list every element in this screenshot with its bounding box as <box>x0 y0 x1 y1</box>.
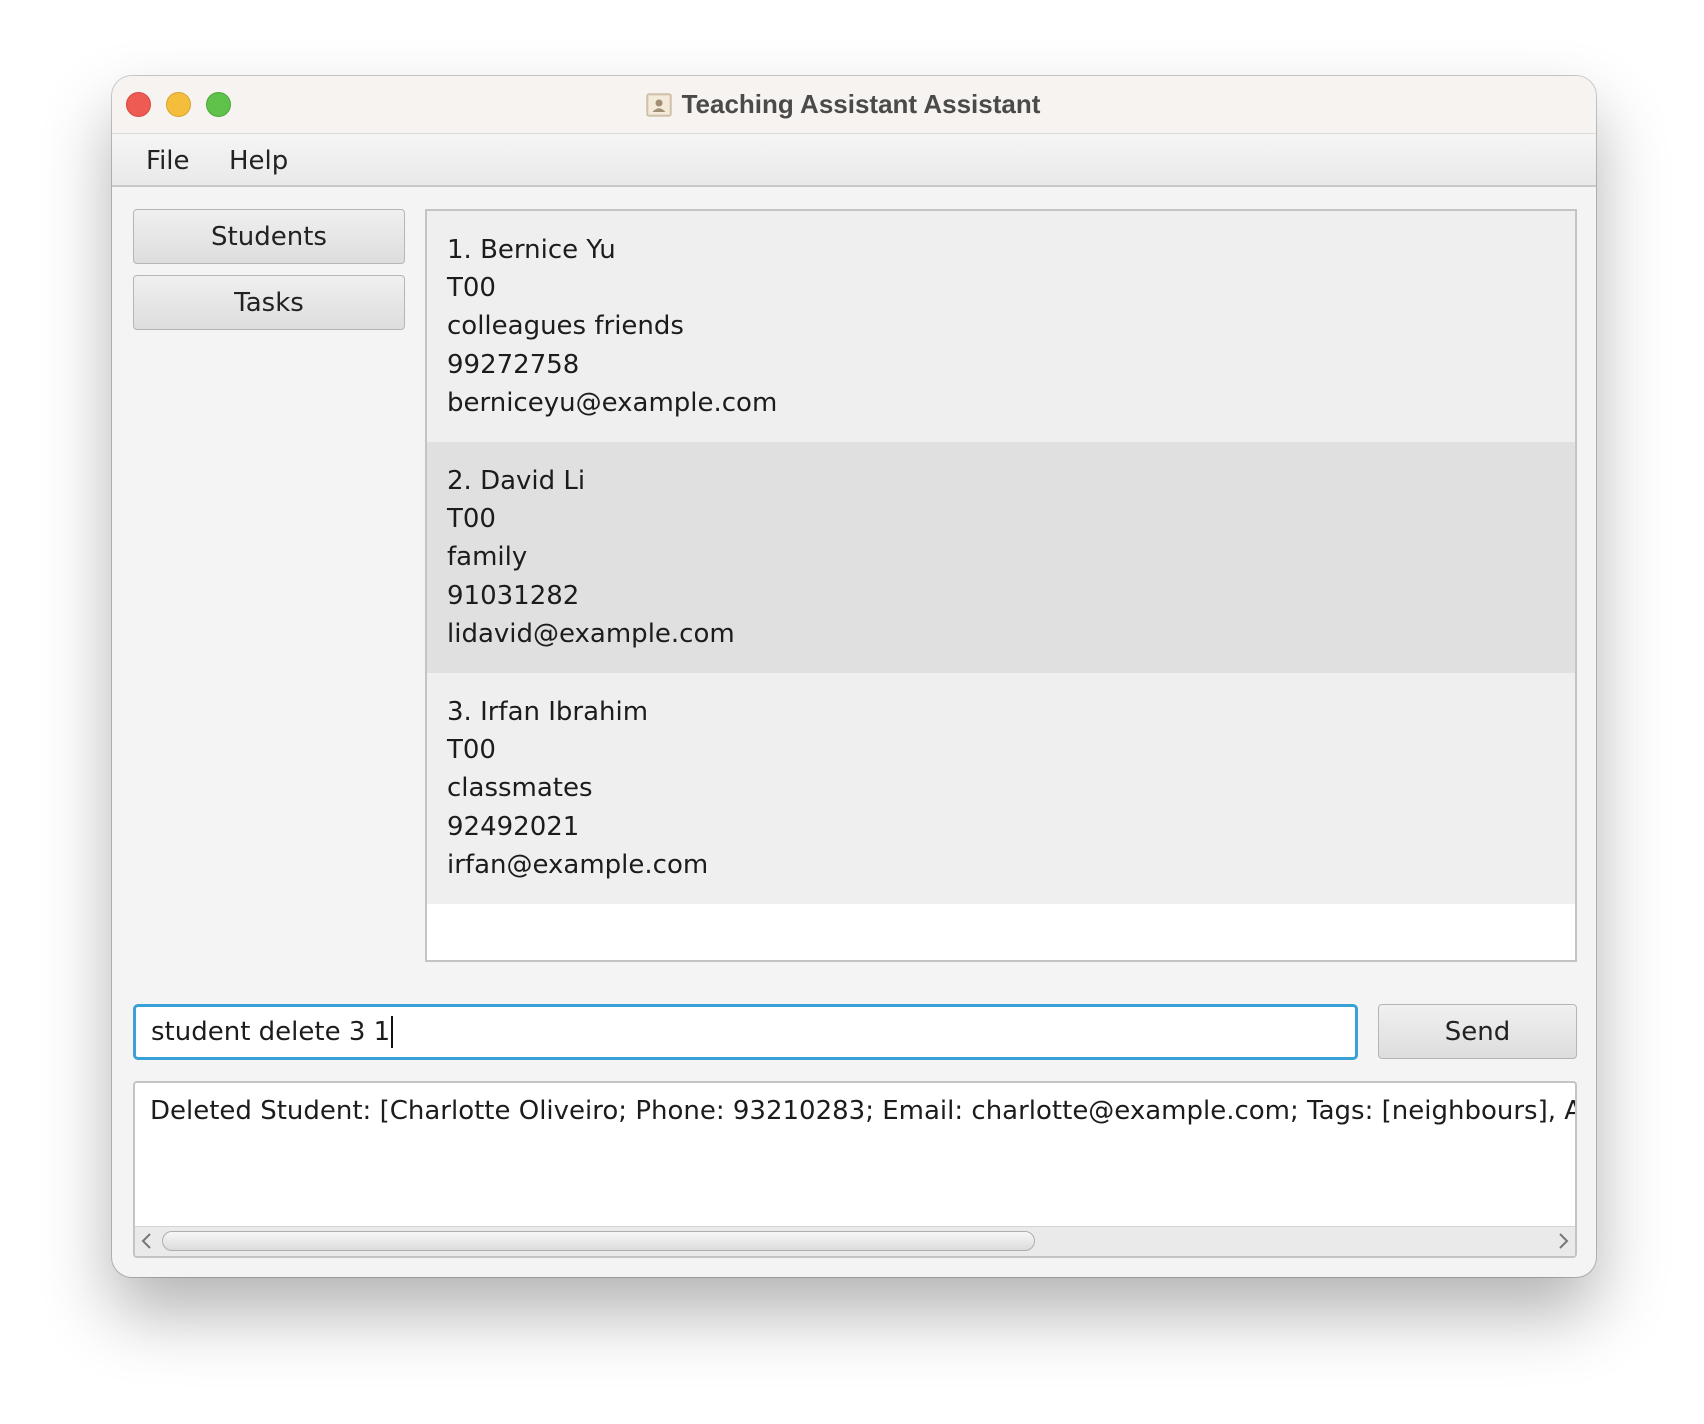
student-name: 3. Irfan Ibrahim <box>447 697 649 727</box>
student-email: berniceyu@example.com <box>447 387 778 418</box>
student-email: lidavid@example.com <box>447 618 735 649</box>
text-caret <box>391 1016 394 1048</box>
student-group: T00 <box>447 735 496 766</box>
menu-help[interactable]: Help <box>229 146 288 176</box>
horizontal-scrollbar[interactable] <box>135 1226 1575 1256</box>
scroll-right-icon[interactable] <box>1555 1231 1571 1251</box>
window-title-group: Teaching Assistant Assistant <box>112 76 1596 133</box>
student-name: 1. Bernice Yu <box>447 235 616 265</box>
app-window: Teaching Assistant Assistant File Help S… <box>112 76 1596 1277</box>
student-card[interactable]: 3. Irfan Ibrahim T00 classmates 92492021… <box>427 673 1575 904</box>
result-text: Deleted Student: [Charlotte Oliveiro; Ph… <box>150 1096 1577 1126</box>
student-card[interactable]: 2. David Li T00 family 91031282 lidavid@… <box>427 442 1575 673</box>
student-phone: 91031282 <box>447 580 580 611</box>
title-bar[interactable]: Teaching Assistant Assistant <box>112 76 1596 134</box>
window-title: Teaching Assistant Assistant <box>681 89 1041 119</box>
command-input-text: student delete 3 1 <box>151 1017 391 1047</box>
scrollbar-thumb[interactable] <box>162 1231 1035 1251</box>
students-button[interactable]: Students <box>133 209 405 264</box>
student-name: 2. David Li <box>447 466 586 496</box>
student-tags: classmates <box>447 773 593 804</box>
student-list[interactable]: 1. Bernice Yu T00 colleagues friends 992… <box>425 209 1577 962</box>
student-group: T00 <box>447 273 496 304</box>
command-input[interactable]: student delete 3 1 <box>133 1004 1358 1060</box>
menu-file[interactable]: File <box>146 146 190 176</box>
scroll-left-icon[interactable] <box>139 1231 155 1251</box>
student-email: irfan@example.com <box>447 849 709 880</box>
send-button[interactable]: Send <box>1378 1004 1577 1059</box>
student-phone: 99272758 <box>447 349 580 380</box>
student-tags: colleagues friends <box>447 311 684 342</box>
result-display[interactable]: Deleted Student: [Charlotte Oliveiro; Ph… <box>133 1081 1577 1258</box>
student-card[interactable]: 1. Bernice Yu T00 colleagues friends 992… <box>427 211 1575 442</box>
student-group: T00 <box>447 504 496 535</box>
tasks-button[interactable]: Tasks <box>133 275 405 330</box>
student-tags: family <box>447 542 528 573</box>
menu-bar: File Help <box>112 134 1596 187</box>
student-phone: 92492021 <box>447 811 580 842</box>
contacts-book-icon <box>646 93 672 117</box>
